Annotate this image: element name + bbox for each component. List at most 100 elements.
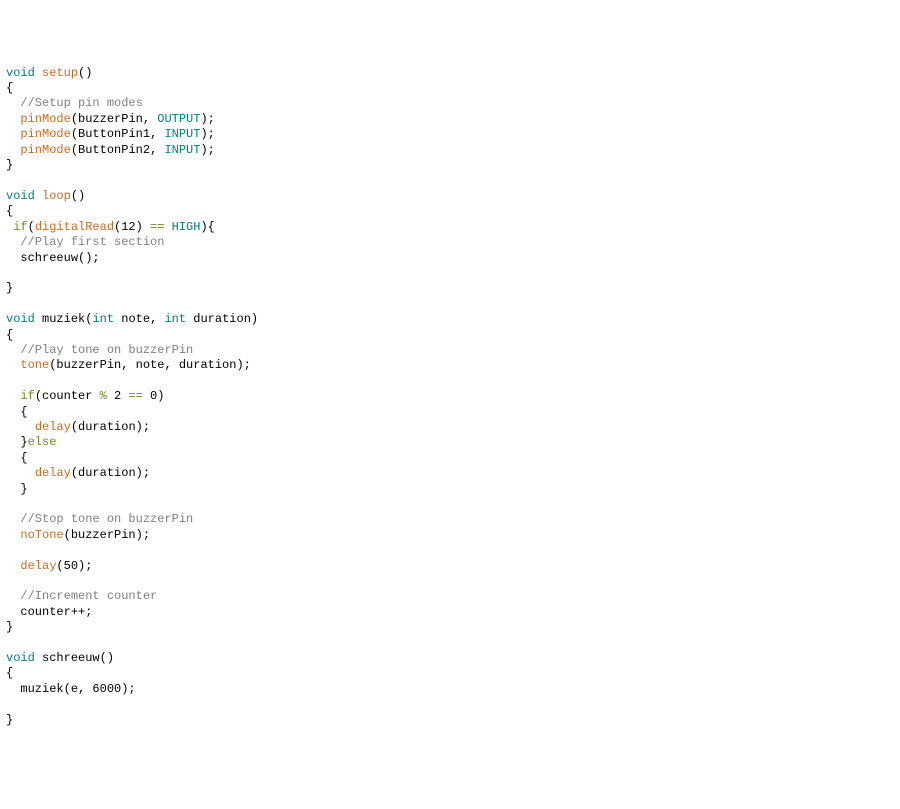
blank-line [6,374,13,388]
arg: buzzerPin [78,112,143,126]
paren-open: ( [71,127,78,141]
args: (buzzerPin, note, duration); [49,358,251,372]
mid: 2 [107,389,129,403]
fn-schreeuw: schreeuw [42,651,100,665]
paren-close: ){ [200,220,214,234]
indent [6,559,20,573]
indent [6,389,20,403]
indent [6,96,20,110]
args: (duration); [71,420,150,434]
fn-delay: delay [35,420,71,434]
paren-open: (counter [35,389,100,403]
fn-pinmode: pinMode [20,127,70,141]
keyword-if: if [20,389,34,403]
indent [6,605,20,619]
stmt-counter: counter++; [20,605,92,619]
brace-close: } [20,482,27,496]
args: (e, 6000); [64,682,136,696]
space [143,220,150,234]
const-input: INPUT [164,143,200,157]
comma: , [143,112,157,126]
blank-line [6,497,13,511]
comment: //Play tone on buzzerPin [20,343,193,357]
indent [6,143,20,157]
brace-open: { [6,666,13,680]
paren-close: ) [251,312,258,326]
paren: () [78,66,92,80]
paren: () [71,189,85,203]
indent [6,235,20,249]
comment: //Play first section [20,235,164,249]
brace-close: } [6,158,13,172]
param-note: note [114,312,150,326]
fn-loop: loop [42,189,71,203]
keyword-void: void [6,312,35,326]
fn-delay: delay [20,559,56,573]
fn-pinmode: pinMode [20,112,70,126]
comment: //Increment counter [20,589,157,603]
space [164,220,171,234]
indent [6,405,20,419]
paren-open: ( [28,220,35,234]
end: 0) [143,389,165,403]
brace-close: } [6,281,13,295]
fn-call-muziek: muziek [20,682,63,696]
fn-tone: tone [20,358,49,372]
fn-digitalread: digitalRead [35,220,114,234]
fn-muziek: muziek [42,312,85,326]
keyword-if: if [13,220,27,234]
indent [6,358,20,372]
blank-line [6,543,13,557]
keyword-void: void [6,189,35,203]
indent [6,512,20,526]
number: 12 [121,220,135,234]
paren-open: ( [71,112,78,126]
arg: ButtonPin1 [78,127,150,141]
keyword-void: void [6,66,35,80]
fn-call: schreeuw [20,251,78,265]
space [35,189,42,203]
brace-open: { [20,451,27,465]
indent [6,251,20,265]
keyword-void: void [6,651,35,665]
brace-open: { [6,328,13,342]
blank-line [6,697,13,711]
paren-close2: ) [136,220,143,234]
paren-close: ); [200,143,214,157]
blank-line [6,266,13,280]
keyword-int: int [92,312,114,326]
arg: ButtonPin2 [78,143,150,157]
brace-open: { [6,81,13,95]
args: (buzzerPin); [64,528,150,542]
brace-open: { [20,405,27,419]
indent [6,466,35,480]
indent [6,420,35,434]
paren-close: ); [200,112,214,126]
blank-line [6,173,13,187]
indent [6,127,20,141]
comment: //Stop tone on buzzerPin [20,512,193,526]
blank-line [6,574,13,588]
args: (50); [56,559,92,573]
indent [6,112,20,126]
fn-setup: setup [42,66,78,80]
const-high: HIGH [172,220,201,234]
paren-close: ); [200,127,214,141]
brace-close: } [6,620,13,634]
const-output: OUTPUT [157,112,200,126]
code-block: void setup() { //Setup pin modes pinMode… [6,66,894,728]
indent [6,482,20,496]
blank-line [6,636,13,650]
indent [6,589,20,603]
blank-line [6,297,13,311]
args: (duration); [71,466,150,480]
const-input: INPUT [164,127,200,141]
op-eq: == [150,220,164,234]
space [35,66,42,80]
paren: () [100,651,114,665]
indent [6,343,20,357]
fn-delay: delay [35,466,71,480]
space [35,312,42,326]
comma: , [150,127,164,141]
indent [6,435,20,449]
